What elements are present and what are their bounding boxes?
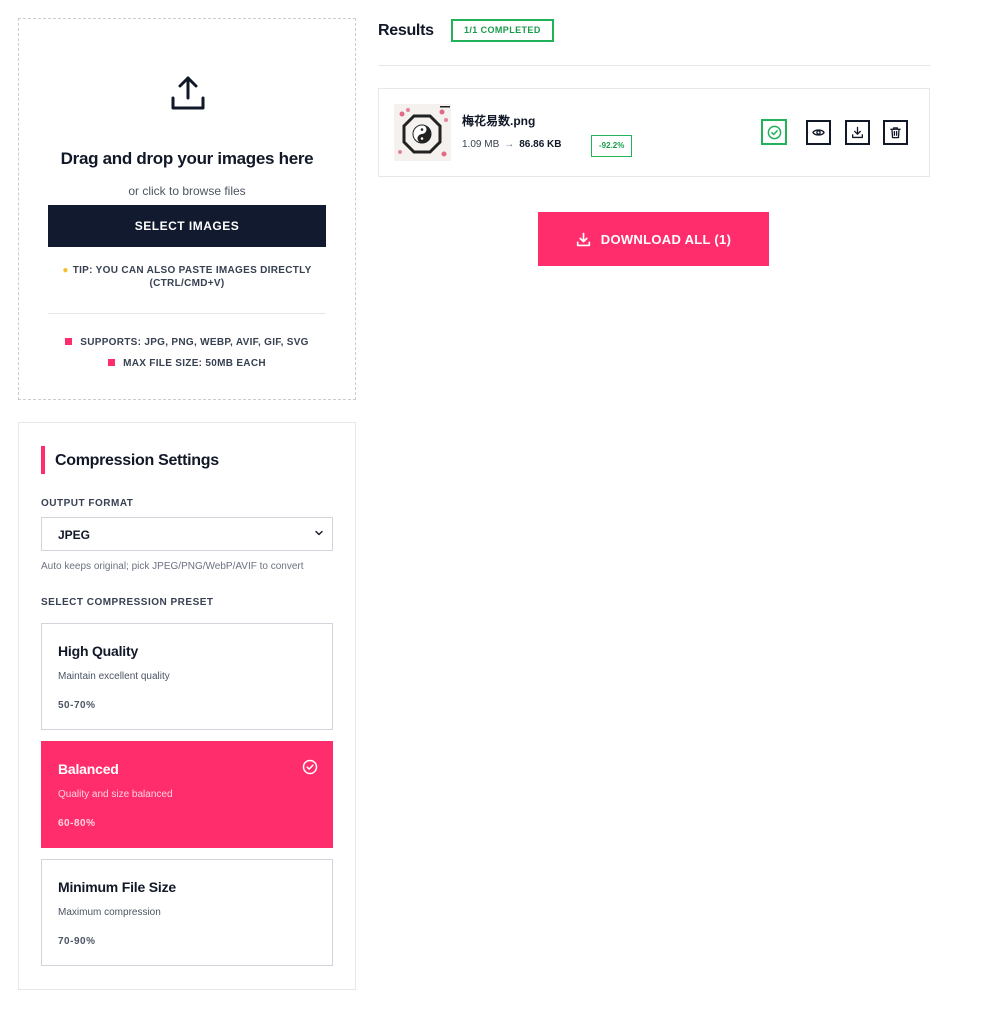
- upload-title: Drag and drop your images here: [60, 149, 314, 168]
- preset-range: 60-80%: [58, 818, 96, 829]
- paste-tip: ● TIP: YOU CAN ALSO PASTE IMAGES DIRECTLY…: [49, 264, 325, 290]
- lightbulb-icon: ●: [62, 265, 69, 276]
- size-reduction-badge: -92.2%: [591, 135, 633, 157]
- file-result-card: 梅花易数.png 1.09 MB → 86.86 KB -92.2%: [378, 88, 930, 177]
- preset-description: Quality and size balanced: [58, 789, 173, 800]
- preset-range: 50-70%: [58, 700, 96, 711]
- preset-name: Minimum File Size: [58, 879, 176, 895]
- supported-formats-text: SUPPORTS: JPG, PNG, WEBP, AVIF, GIF, SVG: [80, 337, 309, 348]
- paste-tip-text: TIP: YOU CAN ALSO PASTE IMAGES DIRECTLY …: [72, 265, 312, 289]
- heading-accent-bar: [41, 446, 45, 474]
- preset-name: High Quality: [58, 643, 139, 659]
- arrow-right-icon: →: [504, 139, 515, 150]
- output-format-hint: Auto keeps original; pick JPEG/PNG/WebP/…: [41, 561, 304, 572]
- trash-icon: [890, 127, 901, 139]
- max-file-size-text: MAX FILE SIZE: 50MB EACH: [123, 358, 266, 369]
- output-format-label: OUTPUT FORMAT: [41, 498, 134, 509]
- original-size: 1.09 MB: [462, 139, 500, 150]
- upload-divider: [48, 313, 326, 314]
- preset-high-quality[interactable]: High Quality Maintain excellent quality …: [41, 623, 333, 730]
- delete-file-button[interactable]: [883, 120, 908, 145]
- file-sizes: 1.09 MB → 86.86 KB: [462, 139, 562, 150]
- output-format-select[interactable]: JPEG: [41, 517, 333, 551]
- check-circle-icon: [302, 759, 318, 775]
- bullet-square-icon: [65, 338, 73, 345]
- preview-button[interactable]: [806, 120, 831, 145]
- eye-icon: [812, 129, 825, 136]
- max-file-size: MAX FILE SIZE: 50MB EACH: [19, 358, 355, 369]
- output-format-value: JPEG: [58, 528, 91, 542]
- compression-settings-heading: Compression Settings: [55, 452, 219, 469]
- preset-description: Maintain excellent quality: [58, 671, 170, 682]
- completed-badge: 1/1 COMPLETED: [451, 19, 554, 42]
- download-all-label: DOWNLOAD ALL (1): [600, 231, 732, 247]
- upload-subtitle[interactable]: or click to browse files: [19, 184, 355, 198]
- compressed-size: 86.86 KB: [519, 139, 562, 150]
- results-title: Results: [378, 22, 434, 39]
- supported-formats: SUPPORTS: JPG, PNG, WEBP, AVIF, GIF, SVG: [19, 337, 355, 348]
- download-icon: [576, 232, 590, 246]
- upload-dropzone[interactable]: Drag and drop your images here or click …: [18, 18, 356, 400]
- compression-settings-panel: Compression Settings OUTPUT FORMAT JPEG …: [18, 422, 356, 990]
- file-name: 梅花易数.png: [462, 114, 536, 128]
- preset-description: Maximum compression: [58, 907, 161, 918]
- preset-label: SELECT COMPRESSION PRESET: [41, 597, 214, 608]
- results-divider: [378, 65, 930, 66]
- download-all-button[interactable]: DOWNLOAD ALL (1): [538, 212, 769, 266]
- preset-name: Balanced: [58, 761, 119, 777]
- thumbnail-image: [394, 104, 451, 161]
- preset-minimum-file-size[interactable]: Minimum File Size Maximum compression 70…: [41, 859, 333, 966]
- bullet-square-icon: [108, 359, 116, 366]
- check-circle-icon: [761, 119, 787, 145]
- chevron-down-icon: [315, 530, 323, 536]
- download-icon: [852, 126, 863, 139]
- preset-range: 70-90%: [58, 936, 96, 947]
- upload-icon: [171, 76, 205, 110]
- preset-balanced[interactable]: Balanced Quality and size balanced 60-80…: [41, 741, 333, 848]
- file-thumbnail: [394, 104, 451, 161]
- download-file-button[interactable]: [845, 120, 870, 145]
- select-images-button[interactable]: SELECT IMAGES: [48, 205, 326, 247]
